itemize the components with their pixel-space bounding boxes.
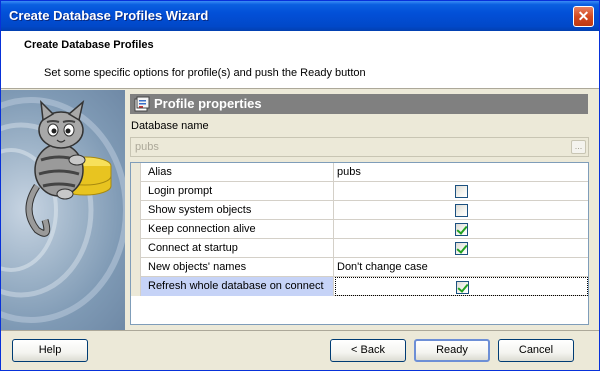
property-value xyxy=(335,182,588,201)
property-name: Refresh whole database on connect xyxy=(141,277,334,296)
close-icon: ✕ xyxy=(577,8,590,24)
property-value xyxy=(335,201,588,220)
property-name: Keep connection alive xyxy=(141,220,334,239)
checkbox-checked[interactable] xyxy=(455,223,468,236)
property-name: Alias xyxy=(141,163,334,182)
wizard-window: Create Database Profiles Wizard ✕ Create… xyxy=(0,0,600,371)
cancel-button[interactable]: Cancel xyxy=(498,339,574,362)
database-name-label: Database name xyxy=(131,120,209,132)
wizard-header: Create Database Profiles Set some specif… xyxy=(1,31,599,89)
property-row-alias[interactable]: Alias pubs xyxy=(131,163,588,182)
close-button[interactable]: ✕ xyxy=(573,6,594,27)
property-value xyxy=(335,239,588,258)
help-button[interactable]: Help xyxy=(12,339,88,362)
property-row-show-system-objects[interactable]: Show system objects xyxy=(131,201,588,220)
property-value xyxy=(335,220,588,239)
property-row-refresh-whole-database[interactable]: Refresh whole database on connect xyxy=(131,277,588,296)
property-name: Connect at startup xyxy=(141,239,334,258)
property-value xyxy=(335,277,588,296)
property-row-new-objects-names[interactable]: New objects' names Don't change case xyxy=(131,258,588,277)
checkbox-checked[interactable] xyxy=(456,281,469,294)
group-header: Profile properties xyxy=(130,94,588,114)
property-name: New objects' names xyxy=(141,258,334,277)
property-row-keep-connection-alive[interactable]: Keep connection alive xyxy=(131,220,588,239)
ready-button[interactable]: Ready xyxy=(414,339,490,362)
wizard-side-image xyxy=(1,90,125,330)
property-row-login-prompt[interactable]: Login prompt xyxy=(131,182,588,201)
group-title: Profile properties xyxy=(154,96,262,111)
cat-mascot-image xyxy=(1,97,125,323)
checkbox-checked[interactable] xyxy=(455,242,468,255)
checkbox[interactable] xyxy=(455,185,468,198)
header-subtitle: Set some specific options for profile(s)… xyxy=(44,67,366,79)
header-title: Create Database Profiles xyxy=(24,39,154,51)
properties-icon xyxy=(134,96,150,112)
wizard-footer: Help < Back Ready Cancel xyxy=(1,330,599,370)
property-value[interactable]: pubs xyxy=(335,163,588,182)
checkbox[interactable] xyxy=(455,204,468,217)
database-name-value: pubs xyxy=(135,141,159,153)
back-button[interactable]: < Back xyxy=(330,339,406,362)
property-value[interactable]: Don't change case xyxy=(335,258,588,277)
window-title: Create Database Profiles Wizard xyxy=(9,8,209,23)
property-name: Show system objects xyxy=(141,201,334,220)
property-row-connect-at-startup[interactable]: Connect at startup xyxy=(131,239,588,258)
title-bar[interactable]: Create Database Profiles Wizard ✕ xyxy=(1,1,599,31)
browse-button[interactable]: ... xyxy=(571,140,586,154)
property-name: Login prompt xyxy=(141,182,334,201)
properties-grid: Alias pubs Login prompt Show system obje… xyxy=(130,162,589,325)
database-name-field[interactable]: pubs ... xyxy=(130,137,589,157)
wizard-content: Profile properties Database name pubs ..… xyxy=(125,90,599,330)
